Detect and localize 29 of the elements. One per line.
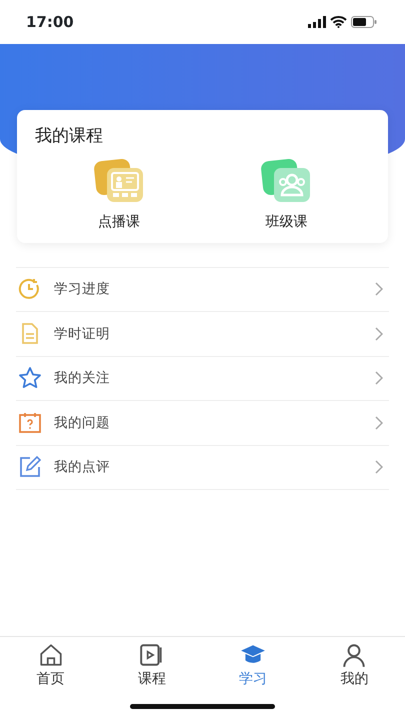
chevron-right-icon <box>375 371 383 386</box>
clock-icon <box>18 277 42 302</box>
status-time: 17:00 <box>26 12 74 33</box>
group-icon <box>260 158 312 204</box>
wifi-icon <box>330 16 347 28</box>
menu-item[interactable]: 学习进度 <box>16 268 389 312</box>
course-type-label[interactable]: 班级课 <box>265 212 308 232</box>
menu-item[interactable]: 学时证明 <box>16 312 389 356</box>
menu-item[interactable]: 我的问题 <box>16 401 389 446</box>
card-title: 我的课程 <box>35 125 104 148</box>
person-icon <box>341 642 368 668</box>
chevron-right-icon <box>375 460 383 474</box>
menu-item[interactable]: 我的关注 <box>16 356 389 401</box>
menu-item[interactable]: 我的点评 <box>16 446 389 490</box>
edit-icon <box>18 455 42 480</box>
battery-icon <box>351 16 377 28</box>
question-calendar-icon <box>18 410 42 435</box>
chevron-right-icon <box>375 282 383 296</box>
chevron-right-icon <box>375 326 383 341</box>
course-type-label[interactable]: 点播课 <box>98 212 140 232</box>
chevron-right-icon <box>375 416 383 430</box>
star-icon <box>18 366 42 390</box>
tab[interactable]: 课程 <box>101 637 202 692</box>
home-icon <box>38 642 64 668</box>
tab[interactable]: 我的 <box>304 637 405 692</box>
tab[interactable]: 首页 <box>0 637 102 692</box>
tab[interactable]: 学习 <box>202 637 304 692</box>
signal-icon <box>308 16 326 28</box>
classroom-icon <box>92 158 145 204</box>
